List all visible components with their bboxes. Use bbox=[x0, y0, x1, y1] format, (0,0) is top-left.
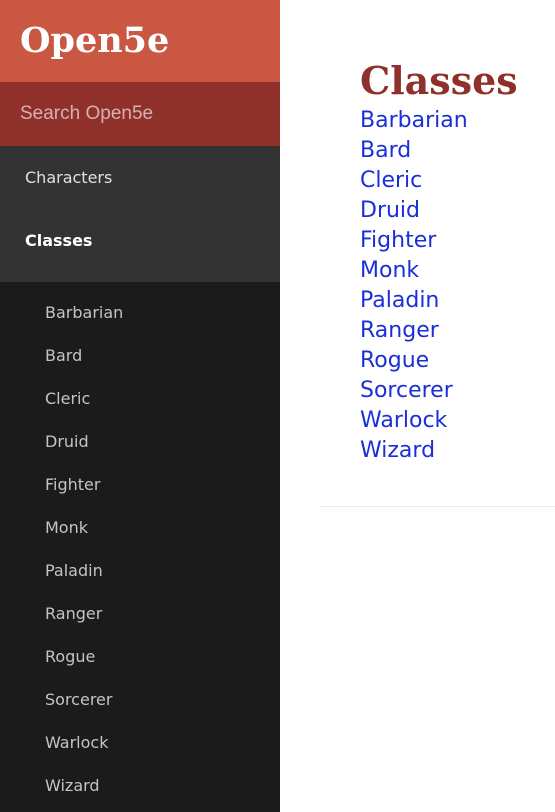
subnav-item-cleric[interactable]: Cleric bbox=[0, 377, 280, 420]
nav-item-classes[interactable]: Classes bbox=[0, 209, 280, 272]
class-link-list: Barbarian Bard Cleric Druid Fighter Monk… bbox=[360, 106, 468, 466]
subnav-item-rogue[interactable]: Rogue bbox=[0, 635, 280, 678]
class-link-barbarian[interactable]: Barbarian bbox=[360, 106, 468, 136]
subnav-item-warlock[interactable]: Warlock bbox=[0, 721, 280, 764]
subnav-item-druid[interactable]: Druid bbox=[0, 420, 280, 463]
subnav-item-paladin[interactable]: Paladin bbox=[0, 549, 280, 592]
class-link-bard[interactable]: Bard bbox=[360, 136, 468, 166]
subnav-item-barbarian[interactable]: Barbarian bbox=[0, 291, 280, 334]
subnav-item-fighter[interactable]: Fighter bbox=[0, 463, 280, 506]
subnav-item-monk[interactable]: Monk bbox=[0, 506, 280, 549]
search-input[interactable] bbox=[20, 103, 260, 125]
subnav-item-ranger[interactable]: Ranger bbox=[0, 592, 280, 635]
class-link-rogue[interactable]: Rogue bbox=[360, 346, 468, 376]
class-link-paladin[interactable]: Paladin bbox=[360, 286, 468, 316]
class-link-warlock[interactable]: Warlock bbox=[360, 406, 468, 436]
divider bbox=[320, 506, 555, 507]
subnav-item-wizard[interactable]: Wizard bbox=[0, 764, 280, 807]
sidebar: Open5e Characters Classes Barbarian Bard… bbox=[0, 0, 280, 812]
class-link-druid[interactable]: Druid bbox=[360, 196, 468, 226]
search-bar bbox=[0, 82, 280, 146]
class-link-fighter[interactable]: Fighter bbox=[360, 226, 468, 256]
class-link-sorcerer[interactable]: Sorcerer bbox=[360, 376, 468, 406]
subnav-item-bard[interactable]: Bard bbox=[0, 334, 280, 377]
top-nav: Characters Classes bbox=[0, 146, 280, 282]
class-link-wizard[interactable]: Wizard bbox=[360, 436, 468, 466]
nav-item-characters[interactable]: Characters bbox=[0, 146, 280, 209]
class-link-cleric[interactable]: Cleric bbox=[360, 166, 468, 196]
class-subnav: Barbarian Bard Cleric Druid Fighter Monk… bbox=[0, 282, 280, 807]
page-title: Classes bbox=[360, 58, 518, 103]
class-link-monk[interactable]: Monk bbox=[360, 256, 468, 286]
brand-title[interactable]: Open5e bbox=[0, 0, 280, 82]
subnav-item-sorcerer[interactable]: Sorcerer bbox=[0, 678, 280, 721]
main-content: Classes Barbarian Bard Cleric Druid Figh… bbox=[320, 0, 555, 812]
class-link-ranger[interactable]: Ranger bbox=[360, 316, 468, 346]
